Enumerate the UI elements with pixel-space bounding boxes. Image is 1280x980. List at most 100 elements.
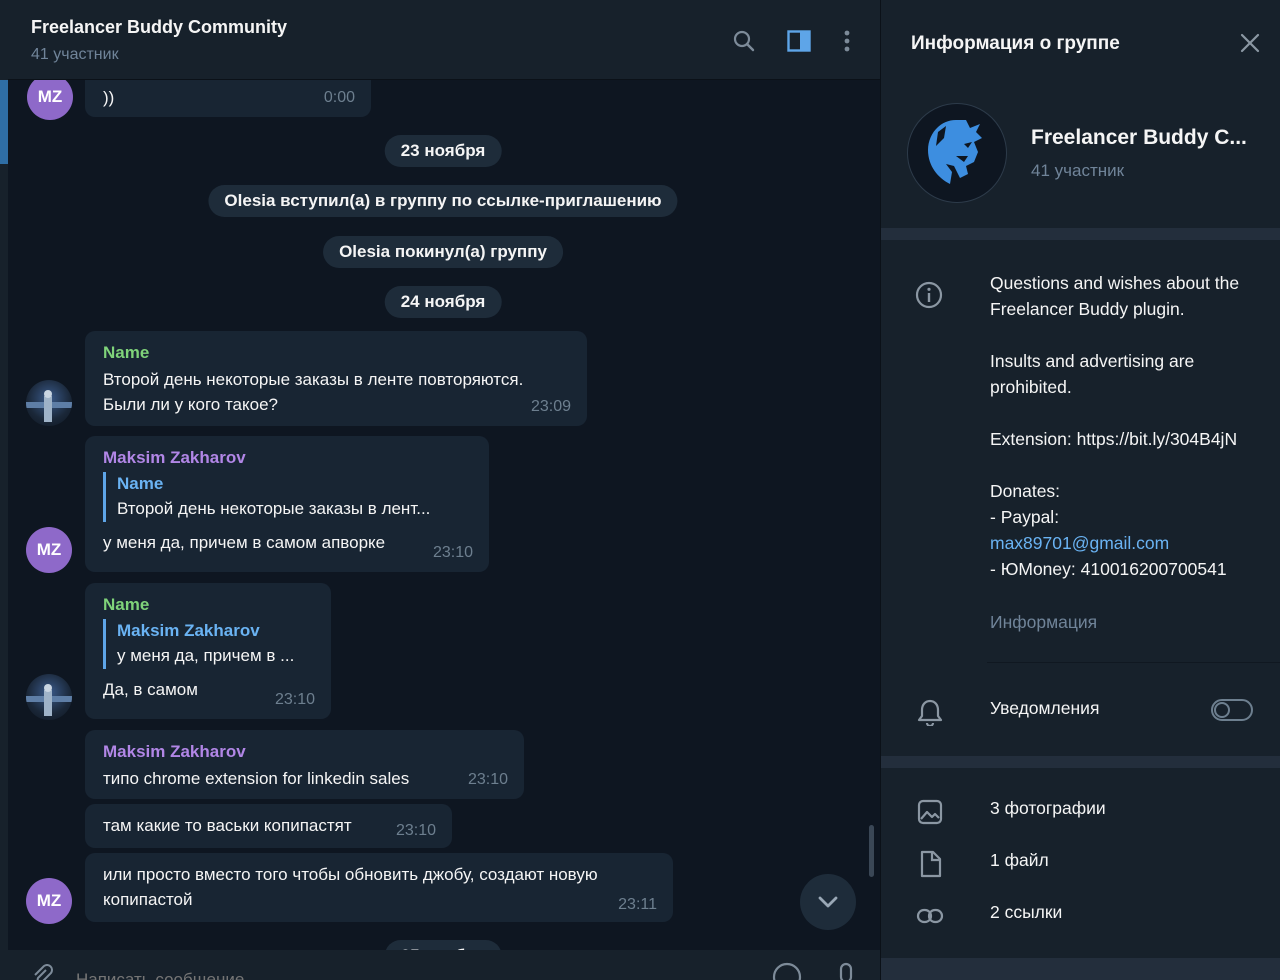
notifications-label: Уведомления — [990, 698, 1100, 718]
service-message: Olesia покинул(а) группу — [323, 236, 563, 268]
extension-link[interactable]: https://bit.ly/304B4jN — [1077, 429, 1238, 449]
message-bubble[interactable]: )) 0:00 — [85, 80, 371, 117]
divider — [987, 662, 1280, 663]
paypal-label: - Paypal: — [990, 507, 1060, 527]
media-links-row[interactable]: 2 ссылки — [881, 888, 1280, 940]
description-paragraph: Donates: - Paypal: max89701@gmail.com - … — [990, 478, 1260, 582]
message-time: 0:00 — [323, 89, 355, 106]
avatar[interactable] — [26, 674, 72, 720]
donates-label: Donates: — [990, 481, 1061, 501]
reply-quote[interactable]: Maksim Zakharov у меня да, причем в ... — [103, 619, 313, 669]
avatar[interactable]: MZ — [26, 527, 72, 573]
chat-panel: Freelancer Buddy Community 41 участник M… — [0, 0, 880, 980]
message-text: Были ли у кого такое? — [103, 395, 279, 414]
message-time: 23:10 — [467, 771, 508, 788]
quote-sender: Name — [117, 474, 164, 493]
avatar[interactable]: MZ — [27, 80, 73, 120]
message-text: типо chrome extension for linkedin sales — [103, 769, 410, 788]
avatar[interactable]: MZ — [26, 878, 72, 924]
more-menu-icon[interactable] — [832, 26, 862, 56]
close-icon[interactable] — [1235, 28, 1265, 58]
photo-icon — [915, 797, 945, 827]
email-link[interactable]: max89701@gmail.com — [990, 533, 1169, 553]
photos-count-label: 3 фотографии — [990, 798, 1106, 818]
bell-icon — [915, 697, 945, 727]
avatar-initials: MZ — [36, 891, 62, 910]
quote-text: Второй день некоторые заказы в лент... — [117, 499, 431, 518]
group-avatar[interactable] — [907, 103, 1007, 203]
message-sender[interactable]: Name — [103, 595, 313, 615]
description-paragraph: Extension: https://bit.ly/304B4jN — [990, 426, 1260, 452]
message-input[interactable] — [76, 970, 676, 980]
file-icon — [915, 849, 945, 879]
lion-logo-icon — [928, 120, 982, 184]
group-description: Questions and wishes about the Freelance… — [990, 270, 1260, 582]
message-text: Второй день некоторые заказы в ленте пов… — [103, 370, 524, 389]
reply-quote[interactable]: Name Второй день некоторые заказы в лент… — [103, 472, 471, 522]
section-separator — [881, 228, 1280, 240]
message-time: 23:11 — [618, 896, 657, 913]
message-time: 23:09 — [530, 398, 571, 415]
yumoney-label: - ЮMoney: 410016200700541 — [990, 559, 1227, 579]
toggle-knob — [1214, 702, 1230, 718]
extension-label: Extension: — [990, 429, 1077, 449]
message-time: 23:10 — [432, 544, 473, 561]
sidebar-toggle-icon[interactable] — [784, 26, 814, 56]
message-text: у меня да, причем в самом апворке — [103, 533, 386, 552]
info-title: Информация о группе — [911, 33, 1120, 54]
message-sender[interactable]: Maksim Zakharov — [103, 448, 471, 468]
info-header: Информация о группе — [881, 0, 1280, 88]
group-member-count[interactable]: 41 участник — [1031, 161, 1124, 181]
message-composer[interactable] — [8, 950, 880, 980]
quote-text: у меня да, причем в ... — [117, 646, 295, 665]
message-list[interactable]: MZ )) 0:00 23 ноября Olesia вступил(а) в… — [8, 80, 868, 950]
chevron-down-icon — [818, 896, 838, 908]
notifications-toggle[interactable] — [1211, 699, 1253, 721]
scroll-to-bottom-button[interactable] — [800, 874, 856, 930]
scrollbar[interactable] — [868, 80, 876, 950]
section-separator — [881, 756, 1280, 768]
section-separator — [881, 958, 1280, 980]
message-bubble[interactable]: там какие то васьки копипастят 23:10 — [85, 804, 452, 848]
chat-header[interactable]: Freelancer Buddy Community 41 участник — [8, 0, 880, 80]
avatar[interactable] — [26, 380, 72, 426]
message-text: копипастой — [103, 890, 193, 909]
scrollbar-thumb[interactable] — [869, 825, 874, 877]
group-info-panel: Информация о группе Freelancer Buddy C..… — [880, 0, 1280, 980]
message-text: )) — [103, 88, 115, 107]
media-files-row[interactable]: 1 файл — [881, 836, 1280, 888]
date-separator: 23 ноября — [384, 135, 502, 167]
media-photos-row[interactable]: 3 фотографии — [881, 784, 1280, 836]
message-sender[interactable]: Name — [103, 343, 569, 363]
microphone-icon[interactable] — [836, 962, 856, 980]
message-time: 23:10 — [395, 822, 436, 839]
message-bubble[interactable]: или просто вместо того чтобы обновить дж… — [85, 853, 673, 922]
description-paragraph: Insults and advertising are prohibited. — [990, 351, 1195, 397]
chat-title[interactable]: Freelancer Buddy Community — [31, 17, 287, 38]
message-bubble[interactable]: Name Maksim Zakharov у меня да, причем в… — [85, 583, 331, 719]
message-bubble[interactable]: Maksim Zakharov Name Второй день некотор… — [85, 436, 489, 572]
active-chat-indicator — [0, 80, 8, 164]
date-separator: 25 ноября — [384, 940, 502, 950]
avatar-initials: MZ — [36, 540, 62, 559]
links-count-label: 2 ссылки — [990, 902, 1063, 922]
message-text: или просто вместо того чтобы обновить дж… — [103, 865, 598, 884]
message-bubble[interactable]: Maksim Zakharov типо chrome extension fo… — [85, 730, 524, 799]
service-message: Olesia вступил(а) в группу по ссылке-при… — [208, 185, 678, 217]
emoji-icon[interactable] — [772, 962, 802, 980]
avatar-initials: MZ — [37, 87, 63, 106]
message-time: 23:10 — [274, 691, 315, 708]
link-icon — [915, 901, 945, 931]
message-bubble[interactable]: Name Второй день некоторые заказы в лент… — [85, 331, 587, 426]
date-separator: 24 ноября — [384, 286, 502, 318]
message-text: там какие то васьки копипастят — [103, 816, 352, 835]
quote-sender: Maksim Zakharov — [117, 621, 260, 640]
info-icon — [915, 281, 943, 314]
search-icon[interactable] — [729, 26, 759, 56]
attach-icon[interactable] — [30, 964, 54, 980]
message-sender[interactable]: Maksim Zakharov — [103, 742, 506, 762]
chat-member-count: 41 участник — [31, 46, 119, 63]
group-name: Freelancer Buddy C... — [1031, 126, 1247, 149]
description-paragraph: Questions and wishes about the Freelance… — [990, 273, 1240, 319]
description-caption: Информация — [990, 612, 1098, 632]
